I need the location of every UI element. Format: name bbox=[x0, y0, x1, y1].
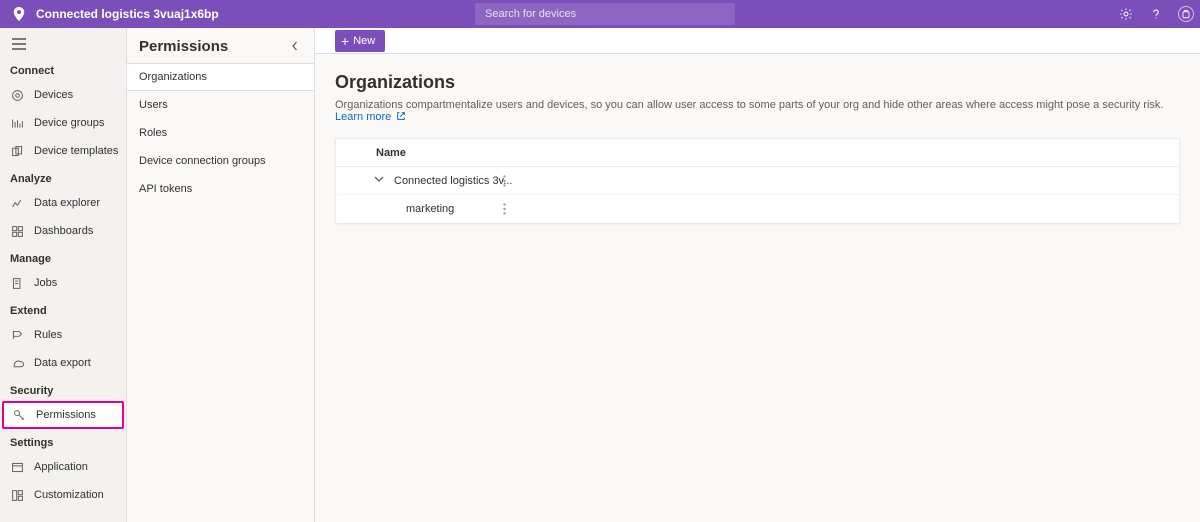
data-explorer-icon bbox=[10, 196, 24, 210]
subnav-roles[interactable]: Roles bbox=[127, 119, 314, 147]
page-description: Organizations compartmentalize users and… bbox=[335, 99, 1180, 124]
main-area: + New Organizations Organizations compar… bbox=[315, 28, 1200, 522]
nav-device-templates-label: Device templates bbox=[34, 145, 118, 157]
new-button-label: New bbox=[353, 35, 375, 47]
collapse-subnav-icon[interactable] bbox=[290, 40, 304, 54]
nav-jobs[interactable]: Jobs bbox=[0, 269, 126, 297]
new-button[interactable]: + New bbox=[335, 30, 385, 52]
device-templates-icon bbox=[10, 144, 24, 158]
organizations-table: Name Connected logistics 3v... marketing bbox=[335, 138, 1180, 224]
hamburger-icon[interactable] bbox=[12, 38, 28, 53]
rules-icon bbox=[10, 328, 24, 342]
section-extend: Extend bbox=[0, 297, 126, 321]
search-placeholder: Search for devices bbox=[485, 8, 576, 20]
col-name: Name bbox=[336, 147, 406, 159]
top-bar: Connected logistics 3vuaj1x6bp Search fo… bbox=[0, 0, 1200, 28]
gear-icon[interactable] bbox=[1118, 6, 1134, 22]
nav-dashboards[interactable]: Dashboards bbox=[0, 217, 126, 245]
subnav-api-tokens[interactable]: API tokens bbox=[127, 175, 314, 203]
nav-customization[interactable]: Customization bbox=[0, 481, 126, 509]
location-pin-icon bbox=[12, 7, 26, 21]
application-icon bbox=[10, 460, 24, 474]
devices-icon bbox=[10, 88, 24, 102]
chevron-down-icon[interactable] bbox=[374, 174, 386, 187]
more-icon[interactable] bbox=[503, 175, 519, 187]
plus-icon: + bbox=[341, 34, 349, 48]
section-analyze: Analyze bbox=[0, 165, 126, 189]
nav-device-groups[interactable]: Device groups bbox=[0, 109, 126, 137]
search-input[interactable]: Search for devices bbox=[475, 3, 735, 25]
nav-devices[interactable]: Devices bbox=[0, 81, 126, 109]
nav-data-explorer-label: Data explorer bbox=[34, 197, 100, 209]
nav-rules[interactable]: Rules bbox=[0, 321, 126, 349]
more-icon[interactable] bbox=[503, 203, 519, 215]
nav-rules-label: Rules bbox=[34, 329, 62, 341]
customization-icon bbox=[10, 488, 24, 502]
nav-jobs-label: Jobs bbox=[34, 277, 57, 289]
sub-nav: Permissions Organizations Users Roles De… bbox=[127, 28, 315, 522]
subnav-device-connection-groups[interactable]: Device connection groups bbox=[127, 147, 314, 175]
dashboards-icon bbox=[10, 224, 24, 238]
section-security: Security bbox=[0, 377, 126, 401]
avatar[interactable] bbox=[1178, 6, 1194, 22]
nav-application-label: Application bbox=[34, 461, 88, 473]
row-name: Connected logistics 3v... bbox=[394, 175, 512, 187]
subnav-organizations[interactable]: Organizations bbox=[127, 63, 314, 91]
section-connect: Connect bbox=[0, 57, 126, 81]
nav-dashboards-label: Dashboards bbox=[34, 225, 93, 237]
device-groups-icon bbox=[10, 116, 24, 130]
section-manage: Manage bbox=[0, 245, 126, 269]
nav-device-groups-label: Device groups bbox=[34, 117, 104, 129]
table-header: Name bbox=[336, 139, 1179, 167]
nav-customization-label: Customization bbox=[34, 489, 104, 501]
jobs-icon bbox=[10, 276, 24, 290]
subnav-title: Permissions bbox=[139, 38, 228, 55]
page-title: Organizations bbox=[335, 72, 1180, 93]
help-icon[interactable] bbox=[1148, 6, 1164, 22]
nav-data-explorer[interactable]: Data explorer bbox=[0, 189, 126, 217]
data-export-icon bbox=[10, 356, 24, 370]
left-nav: Connect Devices Device groups Device tem… bbox=[0, 28, 127, 522]
nav-application[interactable]: Application bbox=[0, 453, 126, 481]
nav-permissions[interactable]: Permissions bbox=[2, 401, 124, 429]
section-settings: Settings bbox=[0, 429, 126, 453]
permissions-icon bbox=[12, 408, 26, 422]
nav-data-export[interactable]: Data export bbox=[0, 349, 126, 377]
table-row[interactable]: Connected logistics 3v... bbox=[336, 167, 1179, 195]
command-bar: + New bbox=[315, 28, 1200, 54]
row-name: marketing bbox=[406, 203, 454, 215]
topbar-right-icons bbox=[1118, 6, 1194, 22]
subnav-users[interactable]: Users bbox=[127, 91, 314, 119]
external-link-icon bbox=[396, 111, 406, 124]
nav-permissions-label: Permissions bbox=[36, 409, 96, 421]
learn-more-link[interactable]: Learn more bbox=[335, 111, 391, 123]
nav-devices-label: Devices bbox=[34, 89, 73, 101]
table-row[interactable]: marketing bbox=[336, 195, 1179, 223]
nav-device-templates[interactable]: Device templates bbox=[0, 137, 126, 165]
nav-data-export-label: Data export bbox=[34, 357, 91, 369]
app-title: Connected logistics 3vuaj1x6bp bbox=[36, 7, 219, 21]
